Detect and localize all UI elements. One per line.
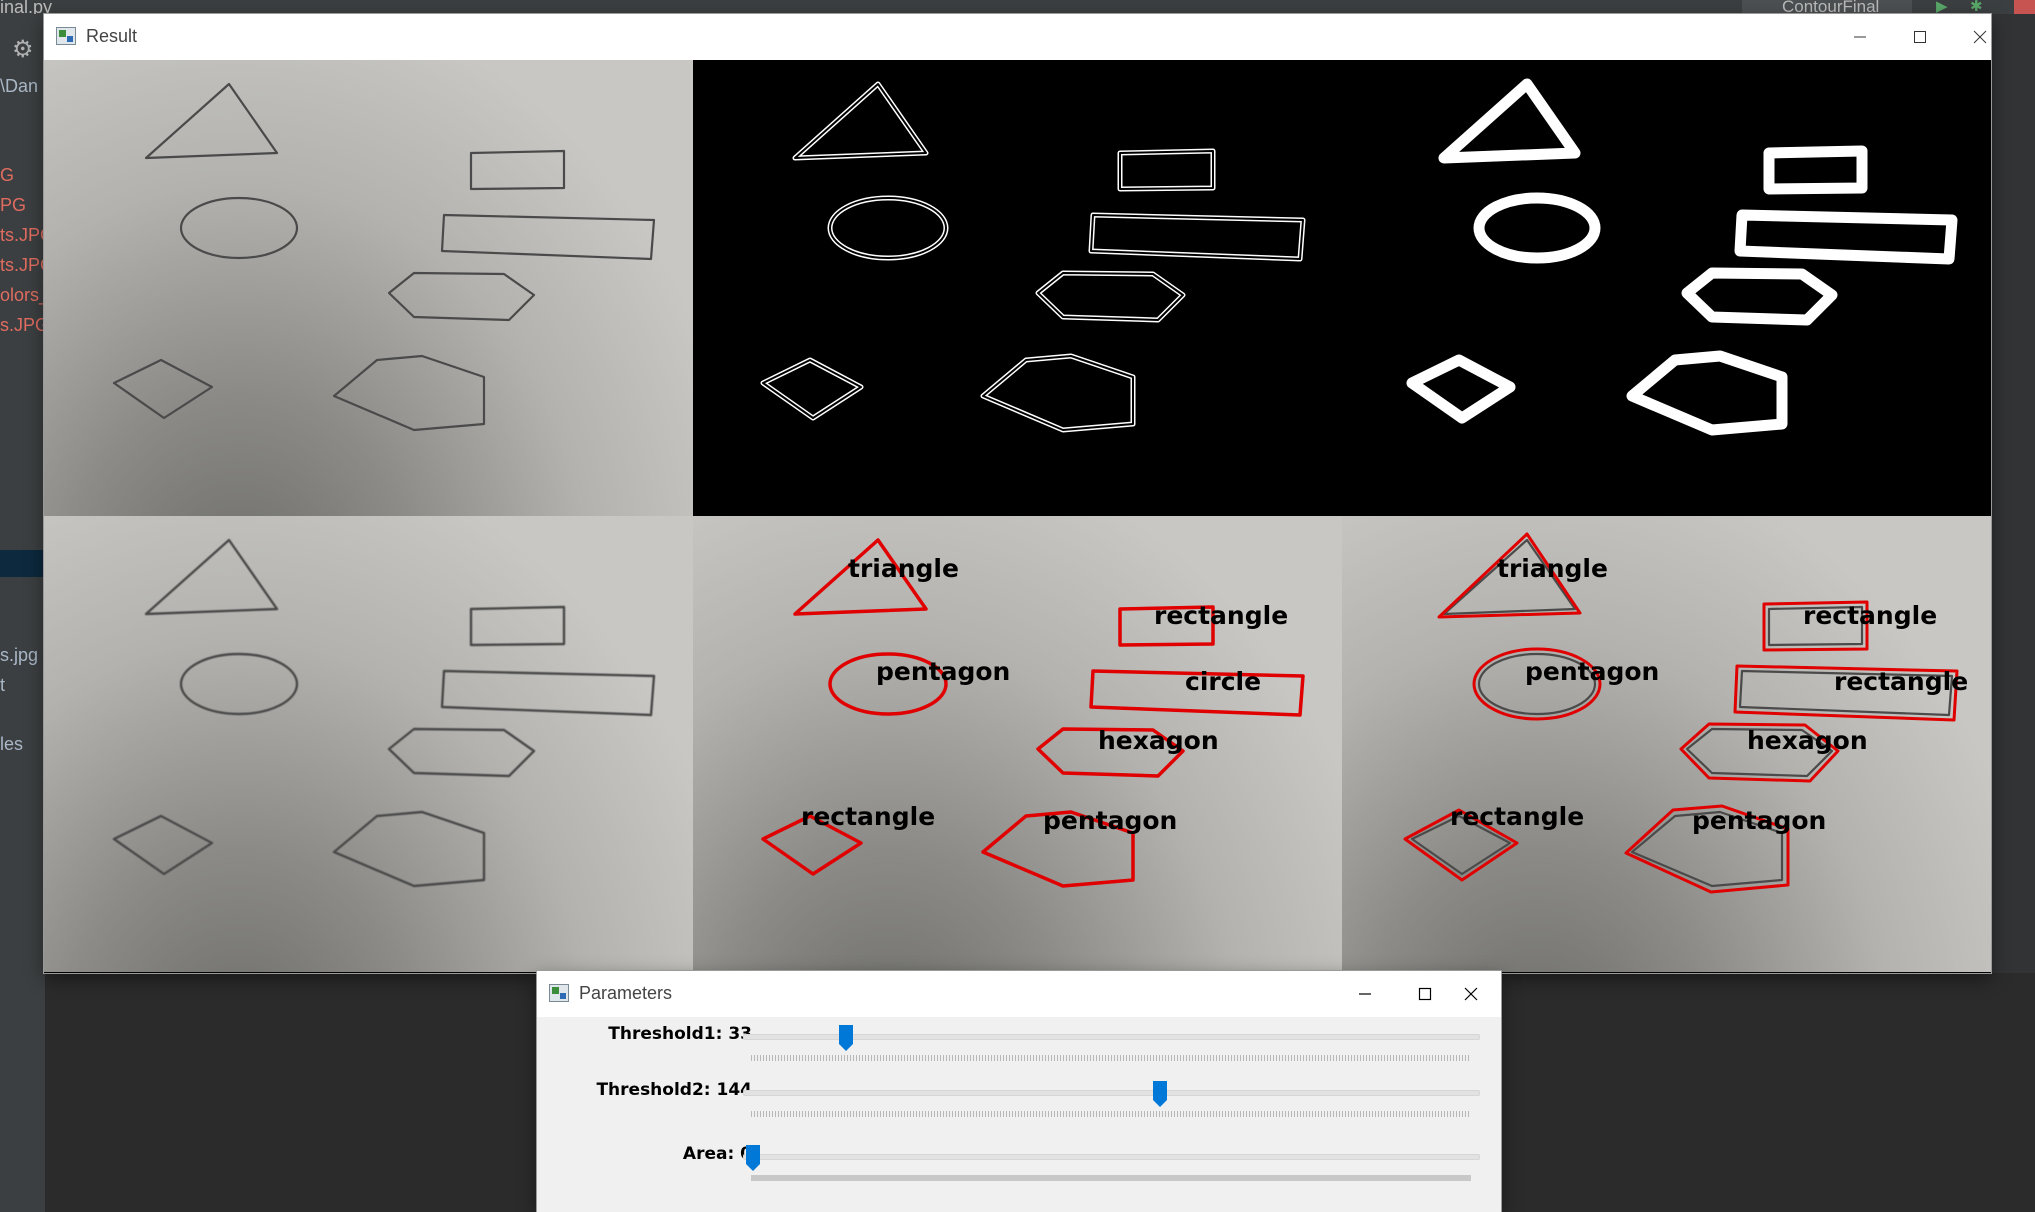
- threshold1-slider-thumb[interactable]: [838, 1024, 854, 1052]
- shape-label-triangle: triangle: [1497, 554, 1608, 583]
- blurred-pentagon: [332, 810, 486, 888]
- threshold1-label: Threshold1: 33: [608, 1024, 752, 1044]
- sketch-oval: [179, 196, 299, 260]
- dilated-pentagon: [1626, 350, 1788, 436]
- project-file[interactable]: s.jpg: [0, 645, 38, 666]
- dilated-oval: [1473, 192, 1601, 264]
- minimize-button[interactable]: [1335, 971, 1395, 1017]
- blurred-long-rectangle: [440, 669, 656, 717]
- shape-label-rectangle: rectangle: [1803, 601, 1938, 630]
- project-path: \Dan: [0, 76, 39, 96]
- window-title: Parameters: [579, 983, 673, 1003]
- area-label: Area: 0: [682, 1144, 752, 1164]
- maximize-icon: [1418, 987, 1432, 1001]
- panel-dilated: [1342, 60, 1991, 516]
- project-file[interactable]: s.JPG: [0, 315, 49, 336]
- blurred-oval: [179, 652, 299, 716]
- panel-blurred: [44, 516, 693, 972]
- shape-label-pentagon: pentagon: [1525, 657, 1660, 686]
- minimize-icon: [1854, 36, 1866, 38]
- sketch-outlines: [1410, 538, 1954, 888]
- sketch-rectangle: [469, 149, 566, 191]
- panel-contours-2: triangle rectangle pentagon rectangle he…: [1342, 516, 1991, 972]
- panel-original: [44, 60, 693, 516]
- blurred-rectangle: [469, 605, 566, 647]
- shape-label-rectangle: rectangle: [1154, 601, 1289, 630]
- dilated-hexagon: [1681, 267, 1838, 326]
- blurred-triangle: [144, 538, 279, 616]
- project-file[interactable]: les: [0, 734, 23, 755]
- area-track[interactable]: [743, 1154, 1480, 1160]
- run-config-dropdown[interactable]: ContourFinal: [1742, 0, 1912, 14]
- sketch-pentagon: [332, 354, 486, 432]
- dilated-triangle: [1438, 78, 1581, 164]
- close-icon: [1973, 30, 1987, 44]
- ide-right-strip: [1990, 14, 2035, 974]
- run-icon[interactable]: ▶: [1936, 0, 1948, 14]
- sketch-diamond: [112, 358, 214, 420]
- sketch-long-rectangle: [440, 213, 656, 261]
- ide-file-tab[interactable]: inal.py: [0, 0, 52, 16]
- shape-label-triangle: triangle: [848, 554, 959, 583]
- project-file[interactable]: t: [0, 675, 5, 696]
- ide-top-bar: [0, 0, 2035, 14]
- shape-label-pentagon: pentagon: [1692, 806, 1827, 835]
- app-icon: [549, 984, 569, 1002]
- threshold2-track[interactable]: [743, 1090, 1480, 1096]
- result-titlebar[interactable]: Result: [44, 14, 1991, 60]
- shape-label-rectangle: rectangle: [801, 802, 936, 831]
- sketch-triangle: [144, 82, 279, 160]
- ide-project-panel: [0, 14, 45, 1212]
- edge-inner-gap: [762, 83, 1304, 431]
- threshold2-slider-thumb[interactable]: [1152, 1080, 1168, 1108]
- close-button[interactable]: [1950, 14, 2010, 60]
- parameters-titlebar[interactable]: Parameters: [537, 971, 1501, 1017]
- project-selected-row[interactable]: [0, 550, 45, 577]
- project-file[interactable]: PG: [0, 195, 26, 216]
- minimize-button[interactable]: [1830, 14, 1890, 60]
- parameters-body: Threshold1: 33 Threshold2: 144 Area: 0: [537, 1017, 1501, 1212]
- maximize-icon: [1914, 31, 1926, 43]
- shape-label-pentagon: pentagon: [876, 657, 1011, 686]
- app-icon: [56, 27, 76, 45]
- maximize-button[interactable]: [1890, 14, 1950, 60]
- debug-icon[interactable]: ✱: [1970, 0, 1983, 14]
- gear-icon[interactable]: ⚙: [12, 38, 34, 62]
- blurred-diamond: [112, 814, 214, 876]
- area-ticks: [751, 1175, 1471, 1181]
- shape-label-circle: circle: [1185, 667, 1262, 696]
- threshold1-ticks: [751, 1055, 1471, 1061]
- result-window: Result triangle rectangle pentagon circl…: [44, 14, 1991, 973]
- window-title: Result: [86, 26, 138, 46]
- threshold2-ticks: [751, 1111, 1471, 1117]
- area-slider-thumb[interactable]: [745, 1144, 761, 1172]
- close-button[interactable]: [1441, 971, 1501, 1017]
- threshold2-label: Threshold2: 144: [596, 1080, 752, 1100]
- panel-edges: [693, 60, 1342, 516]
- blurred-hexagon: [387, 727, 536, 778]
- panel-contours: triangle rectangle pentagon circle hexag…: [693, 516, 1342, 972]
- project-file[interactable]: G: [0, 165, 14, 186]
- dilated-long-rectangle: [1734, 209, 1958, 265]
- shape-label-pentagon: pentagon: [1043, 806, 1178, 835]
- parameters-window: Parameters Threshold1: 33 Threshold2: 14…: [537, 971, 1501, 1212]
- shape-label-rectangle: rectangle: [1450, 802, 1585, 831]
- result-image: triangle rectangle pentagon circle hexag…: [44, 60, 1991, 973]
- sketch-hexagon: [387, 271, 536, 322]
- minimize-icon: [1359, 993, 1371, 995]
- project-file[interactable]: olors_: [0, 285, 49, 306]
- close-icon: [1464, 987, 1478, 1001]
- shape-label-rectangle: rectangle: [1834, 667, 1969, 696]
- shape-label-hexagon: hexagon: [1098, 726, 1219, 755]
- stop-icon[interactable]: [2014, 0, 2035, 14]
- dilated-rectangle: [1763, 145, 1868, 195]
- shape-label-hexagon: hexagon: [1747, 726, 1868, 755]
- dilated-diamond: [1406, 354, 1516, 424]
